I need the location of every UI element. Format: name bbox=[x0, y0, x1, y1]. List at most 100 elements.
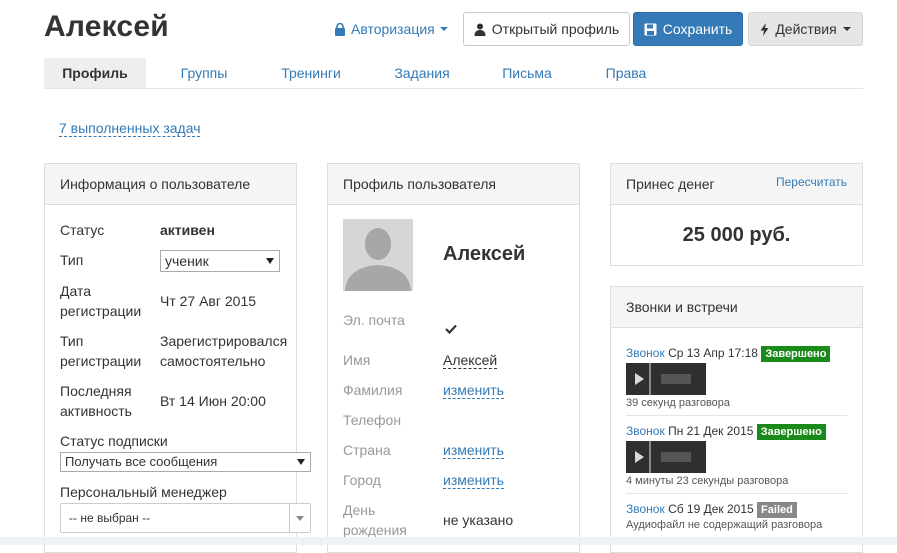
birthday-value[interactable]: не указано bbox=[443, 510, 513, 530]
call-note: Аудиофайл не содержащий разговора bbox=[626, 519, 823, 531]
last-activity-value: Вт 14 Июн 20:00 bbox=[160, 393, 266, 409]
chevron-down-icon bbox=[842, 27, 851, 31]
lock-icon bbox=[335, 22, 345, 36]
tab-tasks[interactable]: Задания bbox=[382, 58, 462, 88]
reg-type-value-line2: самостоятельно bbox=[160, 353, 266, 369]
tab-rights[interactable]: Права bbox=[594, 58, 658, 88]
call-link[interactable]: Звонок bbox=[626, 502, 665, 516]
open-profile-button[interactable]: Открытый профиль bbox=[463, 12, 630, 46]
chevron-down-icon bbox=[297, 459, 305, 465]
call-link[interactable]: Звонок bbox=[626, 346, 665, 360]
open-profile-label: Открытый профиль bbox=[491, 21, 620, 37]
play-icon[interactable] bbox=[635, 373, 644, 385]
audio-progress-track[interactable] bbox=[661, 374, 691, 384]
calls-panel: Звонки и встречи Звонок Ср 13 Апр 17:18 … bbox=[610, 286, 863, 553]
last-activity-label-line2: активность bbox=[60, 403, 132, 419]
manager-label: Персональный менеджер bbox=[60, 484, 227, 500]
user-icon bbox=[474, 23, 486, 36]
tab-profile[interactable]: Профиль bbox=[44, 58, 146, 88]
audio-progress-track[interactable] bbox=[661, 452, 691, 462]
reg-type-value-line1: Зарегистрировался bbox=[160, 333, 288, 349]
city-label: Город bbox=[343, 472, 381, 488]
call-duration: 39 секунд разговора bbox=[626, 397, 731, 409]
avatar-silhouette-icon bbox=[343, 219, 413, 291]
last-activity-label-line1: Последняя bbox=[60, 383, 132, 399]
divider bbox=[626, 415, 847, 416]
avatar bbox=[343, 219, 413, 291]
type-select-value: ученик bbox=[165, 253, 209, 269]
country-label: Страна bbox=[343, 442, 391, 458]
play-icon[interactable] bbox=[635, 451, 644, 463]
divider bbox=[626, 493, 847, 494]
surname-label: Фамилия bbox=[343, 382, 403, 398]
name-value-editable[interactable]: Алексей bbox=[443, 350, 498, 370]
tab-groups[interactable]: Группы bbox=[164, 58, 244, 88]
divider bbox=[649, 441, 651, 473]
actions-dropdown-button[interactable]: Действия bbox=[748, 12, 863, 46]
money-amount: 25 000 руб. bbox=[682, 224, 791, 246]
status-badge: Failed bbox=[757, 502, 797, 518]
name-value: Алексей bbox=[443, 352, 498, 369]
completed-tasks-link[interactable]: 7 выполненных задач bbox=[59, 120, 201, 137]
chevron-down-icon bbox=[296, 516, 304, 521]
surname-edit-link[interactable]: изменить bbox=[443, 380, 504, 400]
status-value: активен bbox=[160, 222, 215, 238]
subscription-select-value: Получать все сообщения bbox=[65, 454, 218, 469]
tab-letters[interactable]: Письма bbox=[492, 58, 562, 88]
divider bbox=[289, 504, 290, 532]
reg-type-label-line2: регистрации bbox=[60, 353, 142, 369]
panel-title: Принес денег bbox=[626, 176, 715, 192]
actions-label: Действия bbox=[775, 21, 837, 37]
surname-edit-text: изменить bbox=[443, 382, 504, 399]
country-edit-link[interactable]: изменить bbox=[443, 440, 504, 460]
panel-title: Звонки и встречи bbox=[611, 287, 862, 328]
call-link[interactable]: Звонок bbox=[626, 424, 665, 438]
status-badge: Завершено bbox=[761, 346, 831, 362]
call-duration: 4 минуты 23 секунды разговора bbox=[626, 475, 789, 487]
recalculate-link[interactable]: Пересчитать bbox=[776, 164, 847, 200]
chevron-down-icon bbox=[266, 258, 274, 264]
authorization-label: Авторизация bbox=[351, 21, 435, 37]
birthday-label-line1: День bbox=[343, 502, 376, 518]
call-date: Ср 13 Апр 17:18 bbox=[668, 346, 758, 360]
lightning-icon bbox=[760, 22, 769, 36]
status-badge: Завершено bbox=[756, 424, 826, 440]
manager-select[interactable]: -- не выбран -- bbox=[60, 503, 311, 533]
chevron-down-icon bbox=[439, 27, 448, 31]
type-label: Тип bbox=[60, 252, 84, 268]
call-item-header: Звонок Ср 13 Апр 17:18 Завершено bbox=[626, 345, 831, 362]
city-edit-text: изменить bbox=[443, 472, 504, 489]
checkmark-icon bbox=[445, 324, 457, 334]
subscription-label: Статус подписки bbox=[60, 433, 168, 449]
reg-type-label-line1: Тип bbox=[60, 333, 84, 349]
page-title: Алексей bbox=[44, 10, 169, 43]
subscription-select[interactable]: Получать все сообщения bbox=[60, 452, 311, 472]
type-select[interactable]: ученик bbox=[160, 250, 280, 272]
call-item-header: Звонок Пн 21 Дек 2015 Завершено bbox=[626, 423, 826, 440]
phone-label: Телефон bbox=[343, 412, 402, 428]
save-button[interactable]: Сохранить bbox=[633, 12, 743, 46]
status-label: Статус bbox=[60, 222, 105, 238]
floppy-disk-icon bbox=[644, 23, 657, 35]
bottom-bar bbox=[0, 537, 897, 545]
audio-player[interactable] bbox=[626, 441, 706, 473]
call-item-header: Звонок Сб 19 Дек 2015 Failed bbox=[626, 501, 797, 518]
divider bbox=[649, 363, 651, 395]
panel-header: Принес денег Пересчитать bbox=[611, 164, 862, 205]
user-profile-panel: Профиль пользователя Алексей Эл. почта И… bbox=[327, 163, 580, 553]
reg-date-value: Чт 27 Авг 2015 bbox=[160, 293, 257, 309]
audio-player[interactable] bbox=[626, 363, 706, 395]
call-date: Сб 19 Дек 2015 bbox=[668, 502, 754, 516]
city-edit-link[interactable]: изменить bbox=[443, 470, 504, 490]
call-date: Пн 21 Дек 2015 bbox=[668, 424, 754, 438]
country-edit-text: изменить bbox=[443, 442, 504, 459]
profile-name-heading: Алексей bbox=[443, 243, 526, 265]
authorization-dropdown[interactable]: Авторизация bbox=[334, 21, 448, 37]
panel-title: Информация о пользователе bbox=[45, 164, 296, 205]
tab-trainings[interactable]: Тренинги bbox=[270, 58, 352, 88]
name-label: Имя bbox=[343, 352, 371, 368]
reg-date-label-line2: регистрации bbox=[60, 303, 142, 319]
manager-select-value: -- не выбран -- bbox=[69, 511, 151, 525]
money-panel: Принес денег Пересчитать 25 000 руб. bbox=[610, 163, 863, 266]
panel-title: Профиль пользователя bbox=[328, 164, 579, 205]
